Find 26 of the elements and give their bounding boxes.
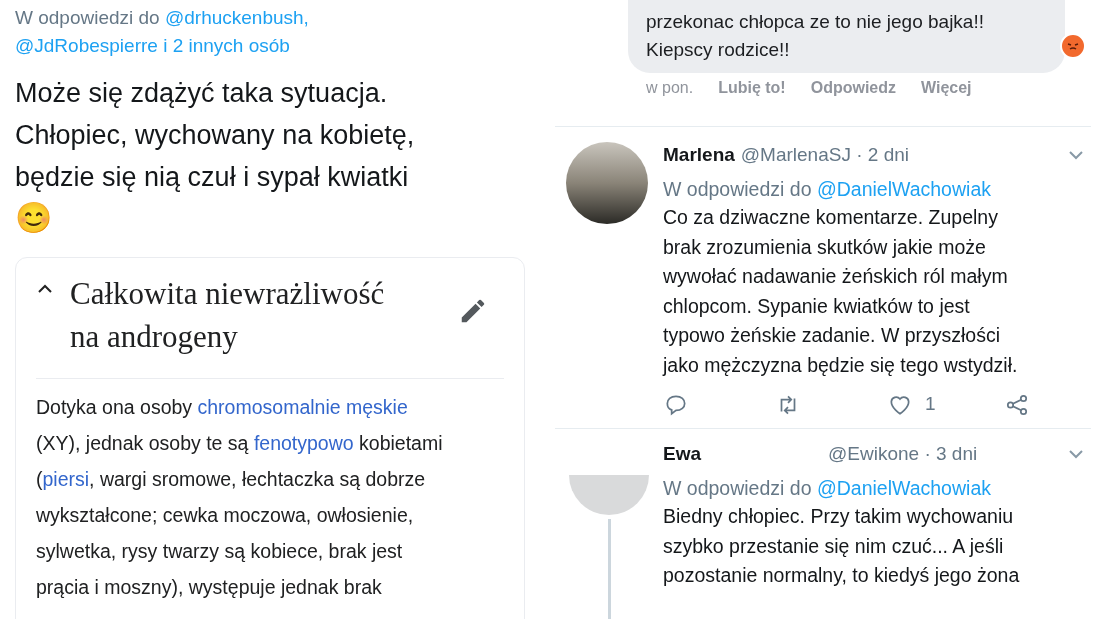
tweet-text: Biedny chłopiec. Przy takim wychowaniu szybko przestanie się nim czuć... A jeśli pozostanie normalny, to kiedyś jego żona — [663, 504, 1021, 588]
section-heading: Całkowita niewrażliwość na androgeny — [70, 275, 386, 356]
article-link[interactable]: fenotypowo — [253, 432, 354, 454]
mention-link[interactable]: @DanielWachowiak — [816, 178, 991, 201]
reply-to-text: W odpowiedzi do @DanielWachowiak — [663, 177, 992, 203]
user-name: Ewa — [663, 442, 703, 466]
smiling-emoji-icon: 😊 — [15, 198, 52, 238]
article-link[interactable]: chromosomalnie męskie — [197, 396, 408, 418]
mention-link[interactable]: @DanielWachowiak — [816, 477, 991, 499]
comment-action-link[interactable]: Lubię to! — [718, 76, 786, 100]
user-handle: @MarlenaSJ · 2 dni — [740, 143, 909, 168]
tweet-text: Może się zdążyć taka sytuacja. Chłopiec, wychowany na kobietę, będzie się nią czuł i sypał kwiatki — [15, 77, 416, 194]
mention-link[interactable]: @JdRobespierre i 2 innych osób — [15, 35, 290, 56]
comment-action-link[interactable]: Więcej — [921, 76, 972, 100]
comment-time: w pon. — [646, 78, 694, 98]
user-handle: @Ewikone · 3 dni — [828, 442, 978, 466]
tweet-text: Co za dziwaczne komentarze. Zupelny brak zrozumienia skutków jakie może wywołać nadawanie żeńskich ról małym chlopcom. Sypanie kwiatków to jest typowo żeńskie zadanie. W przyszłości jako mężczyzna będzie się tego wstydził. — [663, 205, 1019, 378]
comment-bubble: przekonac chłopca ze to nie jego bajka!! Kiepscy rodzice!! — [628, 0, 1065, 73]
reply-to-text: W odpowiedzi do @drhuckenbush, @JdRobespierre i 2 innych osób — [15, 6, 310, 58]
comment-action-link[interactable]: Odpowiedz — [810, 76, 896, 100]
article-link[interactable]: piersi — [42, 468, 90, 490]
article-paragraph: Dotyka ona osoby chromosomalnie męskie (XY), jednak osoby te są fenotypowo kobietami (piersi, wargi sromowe, łechtaczka są dobrze wykształcone; cewka moczowa, owłosienie, sylwetka, rysy twarzy są kobiece, brak jest prącia i moszny), występuje jednak brak — [36, 395, 444, 600]
like-button[interactable]: 1 — [887, 390, 936, 419]
mention-link[interactable]: @drhuckenbush, — [164, 7, 309, 28]
user-name: Marlena — [663, 143, 735, 168]
reply-to-text: W odpowiedzi do @DanielWachowiak — [663, 476, 992, 501]
